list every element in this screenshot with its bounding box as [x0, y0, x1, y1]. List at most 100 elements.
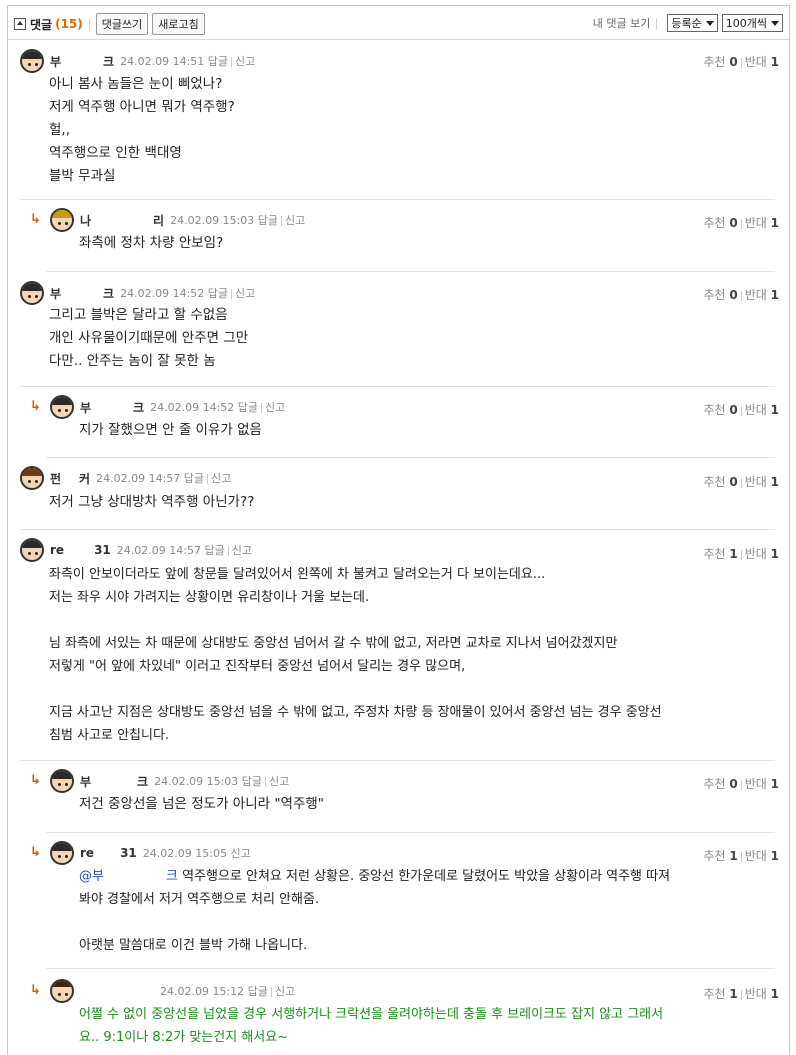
- comment-author[interactable]: re: [80, 846, 94, 860]
- comment-line: 어쩔 수 없이 중앙선을 넘었을 경우 서행하거나 크락션을 울려야하는데 충돌…: [79, 1007, 664, 1022]
- report-link[interactable]: 신고: [235, 55, 255, 68]
- reply-link[interactable]: 답글: [242, 775, 262, 788]
- page-size-select[interactable]: 100개씩: [721, 14, 783, 32]
- oppose-button[interactable]: 반대 1: [745, 777, 779, 791]
- comment-author-suffix[interactable]: 리: [153, 212, 164, 229]
- oppose-button[interactable]: 반대 1: [745, 849, 779, 863]
- oppose-count: 1: [770, 777, 779, 791]
- recommend-button[interactable]: 추천 1: [703, 547, 737, 561]
- comment-author-suffix[interactable]: 크: [137, 773, 148, 790]
- comment-author[interactable]: 나: [80, 212, 91, 229]
- recommend-label: 추천: [703, 216, 726, 230]
- recommend-button[interactable]: 추천 0: [703, 475, 737, 489]
- reply-link[interactable]: 답글: [208, 287, 228, 300]
- reply-link[interactable]: 답글: [258, 214, 278, 227]
- oppose-count: 1: [770, 216, 779, 230]
- recommend-button[interactable]: 추천 0: [703, 288, 737, 302]
- reply-arrow-icon: ↳: [30, 212, 41, 227]
- mention-link-suffix[interactable]: 크: [166, 869, 178, 884]
- recommend-button[interactable]: 추천 0: [703, 216, 737, 230]
- reply-link[interactable]: 답글: [184, 472, 204, 485]
- recommend-label: 추천: [703, 403, 726, 417]
- comment-author-suffix[interactable]: 커: [79, 470, 90, 487]
- oppose-button[interactable]: 반대 1: [745, 547, 779, 561]
- comment-line: 그리고 블박은 달라고 할 수없음: [49, 307, 228, 323]
- recommend-label: 추천: [703, 777, 726, 791]
- oppose-count: 1: [770, 547, 779, 561]
- reply-link[interactable]: 답글: [248, 985, 268, 998]
- comment-author[interactable]: 부: [80, 399, 91, 416]
- comment-line: 봐야 경찰에서 저거 역주행으로 처리 안해줌.: [79, 892, 320, 907]
- recommend-label: 추천: [703, 987, 726, 1001]
- comment-author[interactable]: 부: [50, 285, 61, 302]
- comment-author-suffix[interactable]: 크: [103, 285, 114, 302]
- comment-author[interactable]: 부: [80, 773, 91, 790]
- collapse-toggle-icon[interactable]: [14, 18, 26, 30]
- comment-line: 저게 역주행 아니면 뭐가 역주행?: [49, 99, 235, 115]
- oppose-button[interactable]: 반대 1: [745, 403, 779, 417]
- recommend-count: 0: [729, 403, 738, 417]
- my-comments-link[interactable]: 내 댓글 보기: [593, 15, 651, 31]
- report-link[interactable]: 신고: [232, 544, 252, 557]
- mention-link[interactable]: @부: [79, 869, 104, 884]
- reply-link[interactable]: 답글: [238, 401, 258, 414]
- comment-author[interactable]: 펀: [50, 470, 61, 487]
- oppose-button[interactable]: 반대 1: [745, 475, 779, 489]
- recommend-label: 추천: [703, 475, 726, 489]
- comment-line: 지가 잘했으면 안 줄 이유가 없음: [79, 422, 262, 438]
- recommend-button[interactable]: 추천 1: [703, 849, 737, 863]
- chevron-down-icon: [771, 20, 779, 26]
- vote-box: 추천 0 반대 1: [703, 286, 779, 303]
- report-link[interactable]: 신고: [211, 472, 231, 485]
- comment-author[interactable]: re: [50, 543, 64, 557]
- comments-title: 댓글: [30, 17, 53, 32]
- oppose-button[interactable]: 반대 1: [745, 216, 779, 230]
- comment-date: 24.02.09 15:12: [160, 985, 245, 998]
- report-link[interactable]: 신고: [235, 287, 255, 300]
- oppose-button[interactable]: 반대 1: [745, 55, 779, 69]
- sort-select[interactable]: 등록순: [667, 14, 718, 32]
- refresh-button[interactable]: 새로고침: [152, 13, 205, 35]
- recommend-button[interactable]: 추천 1: [703, 987, 737, 1001]
- comment-line: 좌측이 안보이더라도 앞에 창문들 달려있어서 왼쪽에 차 불켜고 달려오는거 …: [49, 567, 546, 582]
- report-link[interactable]: 신고: [265, 401, 285, 414]
- recommend-count: 1: [729, 547, 738, 561]
- comment-date: 24.02.09 14:52: [150, 401, 235, 414]
- oppose-label: 반대: [744, 55, 767, 69]
- comment-author-suffix[interactable]: 크: [103, 53, 114, 70]
- comment-panel: 댓글 (15) 댓글쓰기 새로고침 내 댓글 보기 등록순 100개씩 부 크 …: [7, 5, 790, 1055]
- comment-line: 개인 사유물이기때문에 안주면 그만: [49, 330, 249, 346]
- avatar: [50, 979, 74, 1003]
- oppose-button[interactable]: 반대 1: [745, 288, 779, 302]
- report-link[interactable]: 신고: [269, 775, 289, 788]
- vote-box: 추천 0 반대 1: [703, 473, 779, 490]
- comment-author-suffix[interactable]: 31: [120, 846, 137, 860]
- oppose-button[interactable]: 반대 1: [745, 987, 779, 1001]
- recommend-button[interactable]: 추천 0: [703, 777, 737, 791]
- oppose-count: 1: [770, 475, 779, 489]
- comment-body: 좌측에 정차 차량 안보임?: [79, 232, 223, 255]
- recommend-count: 1: [729, 987, 738, 1001]
- comment-line: 아니 봄사 놈들은 눈이 삐었나?: [49, 76, 223, 92]
- recommend-button[interactable]: 추천 0: [703, 55, 737, 69]
- reply-arrow-icon: ↳: [30, 983, 41, 998]
- reply-link[interactable]: 답글: [208, 55, 228, 68]
- comment-line: 역주행으로 인한 백대영: [49, 145, 182, 161]
- report-link[interactable]: 신고: [285, 214, 305, 227]
- recommend-label: 추천: [703, 849, 726, 863]
- comment-line: 지금 사고난 지점은 상대방도 중앙선 넘을 수 밖에 없고, 주정차 차량 등…: [49, 705, 662, 720]
- reply-link[interactable]: 답글: [204, 544, 224, 557]
- comment-date: 24.02.09 14:52: [120, 287, 205, 300]
- report-link[interactable]: 신고: [230, 847, 250, 860]
- avatar: [50, 395, 74, 419]
- divider: [46, 271, 775, 272]
- avatar: [50, 208, 74, 232]
- comment-author-suffix[interactable]: 31: [94, 543, 111, 557]
- oppose-count: 1: [770, 288, 779, 302]
- comment-author-suffix[interactable]: 크: [133, 399, 144, 416]
- report-link[interactable]: 신고: [275, 985, 295, 998]
- recommend-button[interactable]: 추천 0: [703, 403, 737, 417]
- comment-author[interactable]: 부: [50, 53, 61, 70]
- chevron-down-icon: [705, 20, 714, 26]
- write-comment-button[interactable]: 댓글쓰기: [95, 13, 149, 35]
